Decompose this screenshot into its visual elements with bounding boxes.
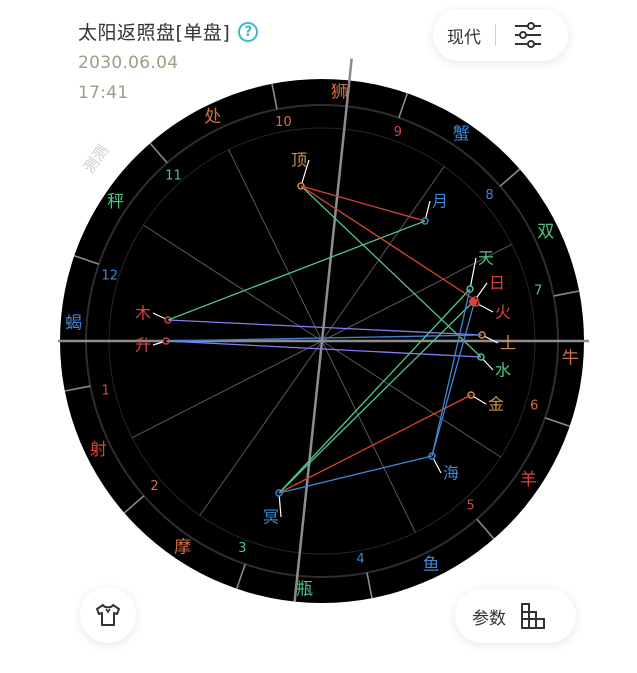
- planet-label: 金: [488, 395, 504, 414]
- shirt-icon: [96, 604, 120, 626]
- sign-label: 瓶: [296, 579, 313, 599]
- planet-label: 顶: [291, 151, 307, 170]
- planet-label: 木: [135, 304, 151, 323]
- planet-label: 火: [495, 303, 511, 322]
- planet-label: 月: [432, 192, 448, 211]
- planet-label: 水: [495, 361, 511, 380]
- house-number: 1: [102, 383, 110, 398]
- params-pill[interactable]: 参数: [455, 589, 576, 643]
- planet-label: 冥: [263, 508, 279, 527]
- house-number: 7: [534, 284, 542, 299]
- planet-label: 天: [478, 249, 494, 268]
- sun-mars-dot: [469, 298, 477, 306]
- sign-label: 羊: [520, 470, 537, 490]
- sign-label: 射: [90, 440, 107, 460]
- sign-label: 蝎: [65, 314, 82, 334]
- bar-chart-icon: [520, 602, 546, 630]
- sign-label: 狮: [331, 83, 348, 103]
- house-number: 10: [275, 115, 292, 130]
- watermark: 测测: [80, 142, 112, 177]
- sign-label: 秤: [107, 192, 124, 212]
- sign-label: 处: [204, 107, 221, 127]
- astrology-wheel: 处狮蟹双牛羊鱼瓶摩射蝎秤 1 2 3 4 5 6 7 8 9 10 11 12 顶月天日火土水金海冥木升测…: [0, 0, 637, 669]
- shirt-button[interactable]: [80, 587, 136, 643]
- sign-label: 牛: [562, 348, 579, 368]
- house-number: 2: [150, 479, 158, 494]
- house-number: 6: [530, 398, 538, 413]
- sign-label: 鱼: [423, 555, 440, 575]
- house-number: 9: [394, 125, 402, 140]
- planet-label: 海: [443, 464, 459, 483]
- astrology-wheel-svg: 处狮蟹双牛羊鱼瓶摩射蝎秤123456789101112顶月天日火土水金海冥木升测…: [58, 58, 589, 603]
- planet-label: 日: [489, 274, 505, 293]
- params-button-label: 参数: [472, 608, 506, 629]
- sign-label: 蟹: [453, 125, 470, 145]
- planet-label: 土: [500, 334, 516, 353]
- house-number: 8: [485, 188, 493, 203]
- sign-label: 摩: [174, 537, 191, 557]
- house-number: 11: [165, 169, 182, 184]
- house-number: 5: [466, 498, 474, 513]
- planet-label: 升: [135, 336, 151, 355]
- house-number: 12: [101, 269, 118, 284]
- house-number: 4: [356, 552, 364, 567]
- house-number: 3: [238, 541, 246, 556]
- sign-label: 双: [537, 222, 554, 242]
